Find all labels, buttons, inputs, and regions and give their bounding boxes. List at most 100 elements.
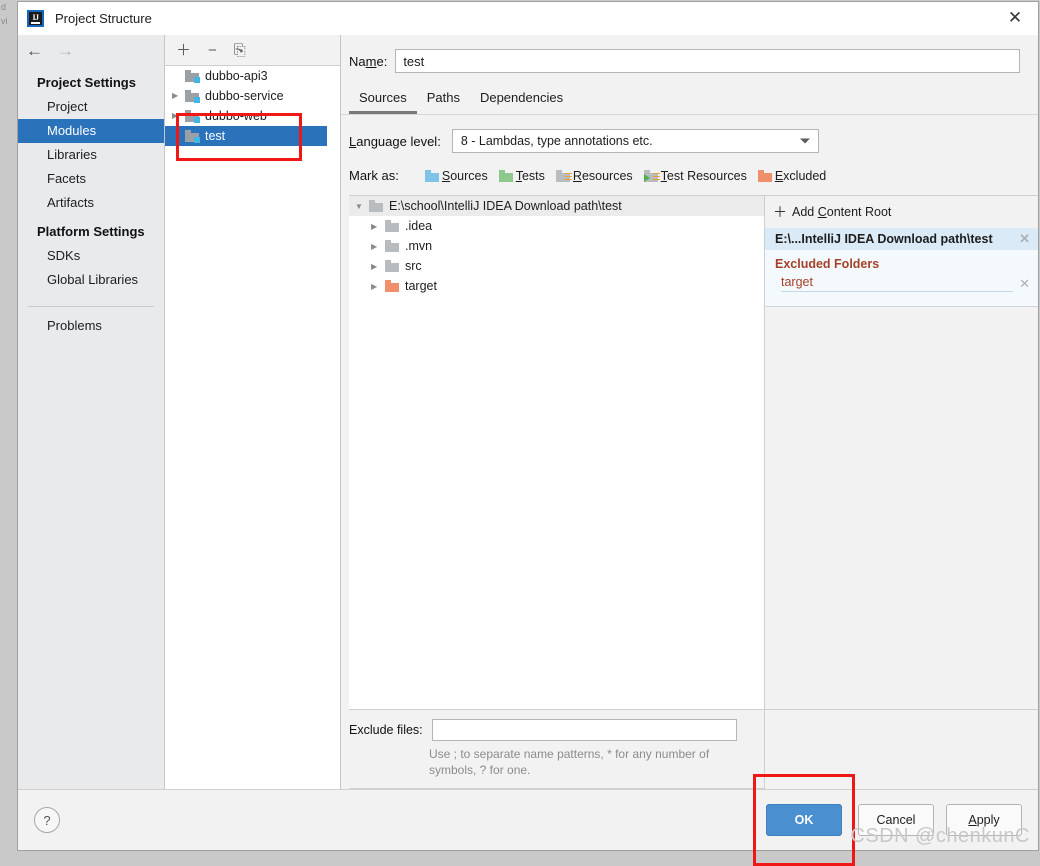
close-icon[interactable]: ✕ [992,2,1038,34]
remove-content-root-icon[interactable]: ✕ [1019,231,1030,247]
help-icon[interactable]: ? [34,807,60,833]
mark-as-sources-label: Sources [441,168,488,183]
module-name-input[interactable] [395,49,1020,73]
mark-as-test-resources-button[interactable]: Test Resources [643,169,747,183]
ok-button[interactable]: OK [766,804,842,836]
module-editor-panel: Name: Sources Paths Dependencies Languag… [341,35,1038,789]
module-item-label: test [205,129,226,143]
sidebar-item-modules[interactable]: Modules [18,119,164,143]
module-item-dubbo-web[interactable]: ▶ dubbo-web [165,106,340,126]
module-item-test[interactable]: ▶ test [165,126,340,146]
exclude-files-label: Exclude files: [349,723,423,737]
content-tree: ▼ E:\school\IntelliJ IDEA Download path\… [349,196,765,710]
content-root-header: E:\...IntelliJ IDEA Download path\test ✕ [765,228,1038,250]
exclude-files-section: Exclude files: Use ; to separate name pa… [349,710,765,789]
expand-arrow-icon[interactable]: ▶ [172,92,185,100]
dialog-titlebar: IJ Project Structure ✕ [18,2,1038,35]
content-root-path: E:\...IntelliJ IDEA Download path\test [775,232,993,246]
tree-row-root[interactable]: ▼ E:\school\IntelliJ IDEA Download path\… [349,196,764,216]
excluded-folder-icon [757,169,772,182]
sidebar-item-sdks[interactable]: SDKs [18,244,164,268]
module-folder-icon [185,70,200,83]
module-tabs: Sources Paths Dependencies [341,73,1038,115]
expand-arrow-icon: ▶ [172,72,185,80]
excluded-folder-row: target ✕ [765,275,1038,292]
content-roots-panel: ＋ Add Content Root E:\...IntelliJ IDEA D… [765,196,1038,710]
tests-folder-icon [498,169,513,182]
expand-arrow-icon[interactable]: ▶ [172,112,185,120]
exclude-files-input[interactable] [431,719,737,741]
folder-icon [385,240,399,252]
sources-folder-icon [424,169,439,182]
tree-row-mvn[interactable]: ▶ .mvn [349,236,764,256]
modules-list: ▶ dubbo-api3 ▶ dubbo-service ▶ [165,66,340,789]
expand-arrow-icon: ▶ [172,132,185,140]
mark-as-tests-button[interactable]: Tests [498,168,545,183]
tree-row-idea[interactable]: ▶ .idea [349,216,764,236]
tree-row-target[interactable]: ▶ target [349,276,764,296]
remove-module-icon[interactable]: − [208,43,217,58]
expand-arrow-icon[interactable]: ▶ [371,242,385,251]
mark-as-excluded-label: Excluded [774,168,827,183]
chevron-down-icon [799,138,810,144]
tree-row-label: .mvn [405,239,433,253]
sidebar-item-artifacts[interactable]: Artifacts [18,191,164,215]
module-item-label: dubbo-service [205,89,284,103]
modules-scrollbar[interactable] [327,66,340,789]
modules-panel: ＋ − ⎘ ▶ dubbo-api3 ▶ dubbo-serv [165,35,341,789]
tree-row-label: target [405,279,437,293]
content-root-body: Excluded Folders target ✕ [765,250,1038,306]
language-level-row: Language level: 8 - Lambdas, type annota… [341,115,1038,153]
language-level-select[interactable]: 8 - Lambdas, type annotations etc. [451,129,819,153]
tab-dependencies[interactable]: Dependencies [470,87,573,114]
modules-toolbar: ＋ − ⎘ [165,35,340,66]
name-label: Name: [349,53,388,69]
tab-paths[interactable]: Paths [417,87,470,114]
expand-arrow-icon[interactable]: ▶ [371,222,385,231]
add-module-icon[interactable]: ＋ [176,43,191,58]
mark-as-resources-button[interactable]: Resources [555,168,633,183]
sidebar-item-facets[interactable]: Facets [18,167,164,191]
watermark: CSDN @chenkunC [850,825,1030,847]
excluded-folder-icon [385,280,399,292]
intellij-logo-text: IJ [32,12,39,22]
forward-arrow-icon: → [57,41,74,60]
back-arrow-icon[interactable]: ← [26,42,43,59]
mark-as-excluded-button[interactable]: Excluded [757,168,827,183]
resources-folder-icon [555,169,572,182]
module-item-dubbo-api3[interactable]: ▶ dubbo-api3 [165,66,340,86]
sidebar-item-global-libraries[interactable]: Global Libraries [18,268,164,292]
excluded-folders-title: Excluded Folders [775,257,880,271]
plus-icon: ＋ [773,204,787,220]
module-folder-icon [185,90,200,103]
sidebar-toolbar: ← → [18,35,164,66]
exclude-files-hint: Use ; to separate name patterns, * for a… [429,747,710,777]
mark-as-sources-button[interactable]: Sources [424,168,488,183]
sidebar-group-platform-settings: Platform Settings [37,224,145,239]
tree-row-src[interactable]: ▶ src [349,256,764,276]
module-folder-icon [185,130,200,143]
dialog-title: Project Structure [55,10,152,26]
remove-excluded-folder-icon[interactable]: ✕ [1019,276,1030,292]
sidebar-item-project[interactable]: Project [18,95,164,119]
copy-module-icon[interactable]: ⎘ [234,43,246,58]
mark-as-label: Mark as: [349,168,399,183]
module-item-dubbo-service[interactable]: ▶ dubbo-service [165,86,340,106]
tab-sources[interactable]: Sources [349,87,417,114]
ok-button-wrapper: OK [753,774,855,866]
collapse-arrow-icon[interactable]: ▼ [355,202,369,211]
intellij-logo-icon: IJ [27,9,44,27]
expand-arrow-icon[interactable]: ▶ [371,262,385,271]
add-content-root-button[interactable]: ＋ Add Content Root [765,196,1038,228]
mark-as-tests-label: Tests [515,168,545,183]
sidebar-item-problems[interactable]: Problems [18,307,164,338]
tree-row-label: E:\school\IntelliJ IDEA Download path\te… [389,199,622,213]
project-structure-dialog: IJ Project Structure ✕ ← → Project Setti… [17,1,1039,866]
excluded-folder-label: target [781,275,1014,292]
folder-icon [385,220,399,232]
sidebar-item-libraries[interactable]: Libraries [18,143,164,167]
language-level-label: Language level: [349,133,441,149]
module-folder-icon [185,110,200,123]
mark-as-resources-label: Resources [572,168,633,183]
expand-arrow-icon[interactable]: ▶ [371,282,385,291]
